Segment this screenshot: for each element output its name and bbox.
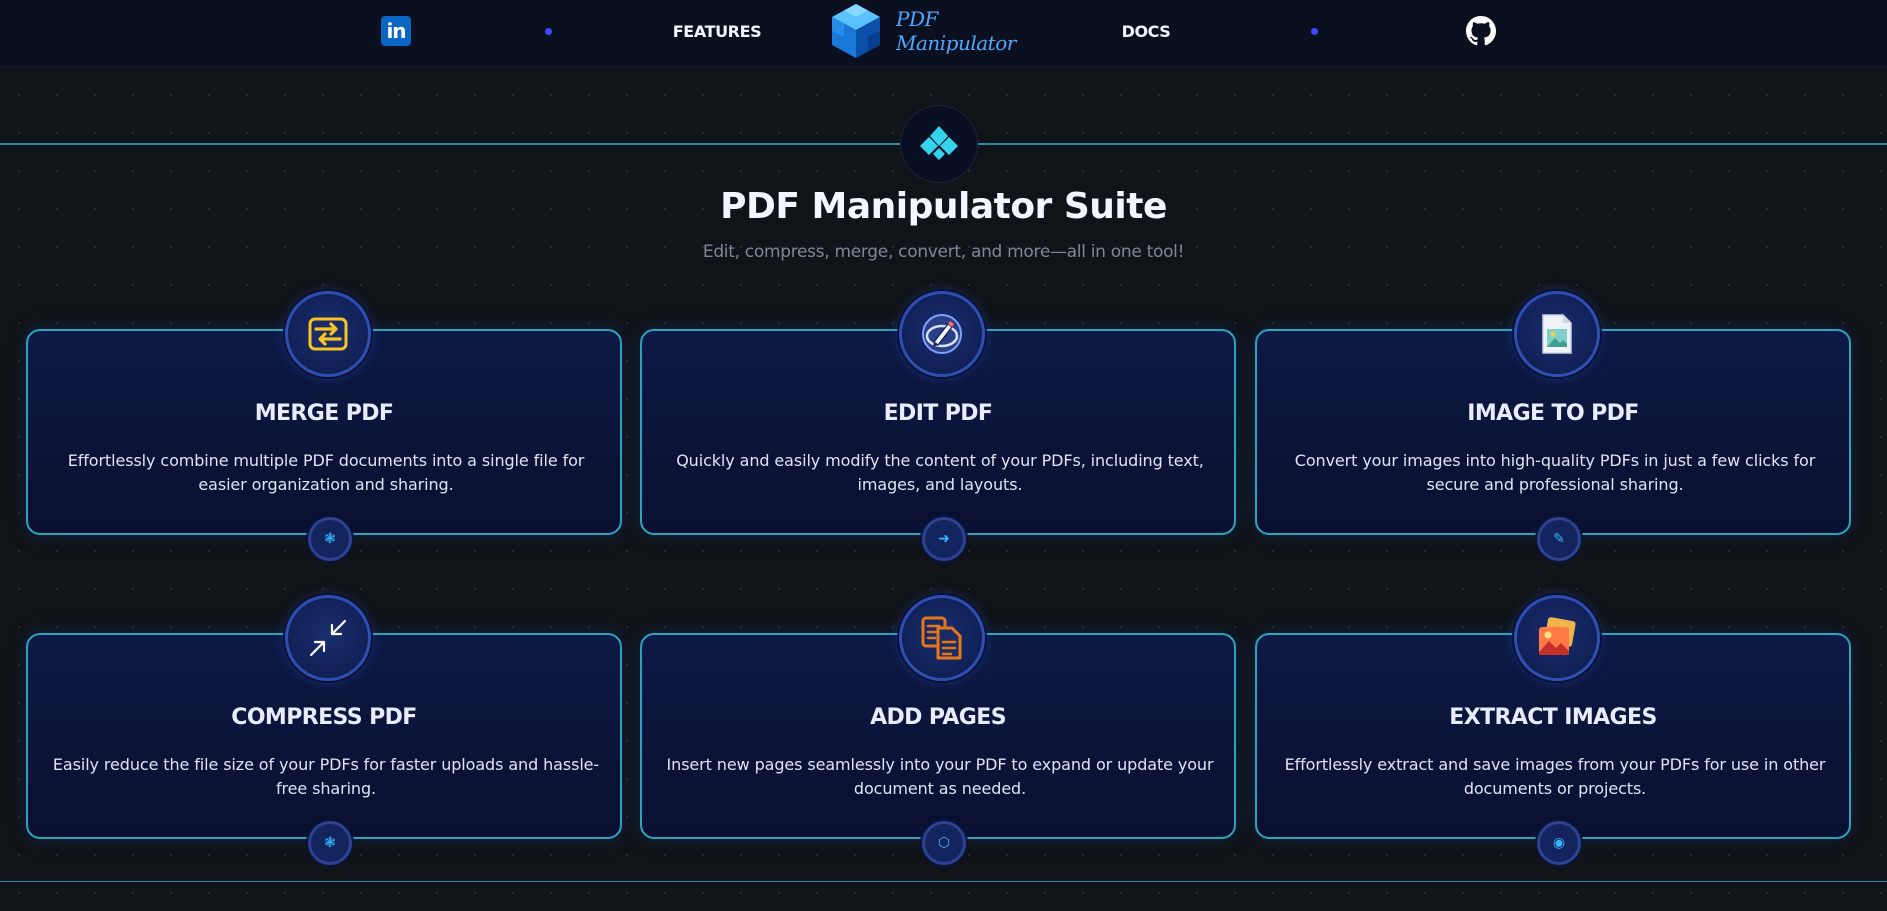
tool-icon: ✎ (1537, 517, 1581, 561)
copy-pages-icon (899, 595, 985, 681)
top-navigation: in FEATURES PDF Manipulator DOCS (0, 0, 1887, 67)
card-description: Quickly and easily modify the content of… (676, 451, 1204, 494)
card-title: ADD PAGES (870, 705, 1006, 730)
card-description: Easily reduce the file size of your PDFs… (52, 755, 600, 798)
compress-arrows-icon (285, 595, 371, 681)
github-icon[interactable] (1466, 16, 1496, 46)
feature-card-edit-pdf[interactable]: EDIT PDF Quickly and easily modify the c… (640, 291, 1236, 561)
card-title: IMAGE TO PDF (1467, 401, 1639, 426)
nav-separator-dot (545, 28, 552, 35)
card-title: COMPRESS PDF (231, 705, 417, 730)
feature-card-add-pages[interactable]: ADD PAGES Insert new pages seamlessly in… (640, 595, 1236, 865)
arrow-icon: ➜ (922, 517, 966, 561)
feature-card-merge-pdf[interactable]: MERGE PDF Effortlessly combine multiple … (26, 291, 622, 561)
card-title: EDIT PDF (883, 401, 993, 426)
image-file-icon (1514, 291, 1600, 377)
diamond-logo-icon (900, 105, 978, 183)
hexagon-icon: ⬡ (922, 821, 966, 865)
cube-logo-icon[interactable] (830, 2, 882, 60)
ring-icon: ◉ (1537, 821, 1581, 865)
gear-icon: ❃ (308, 517, 352, 561)
nav-separator-dot (1311, 28, 1318, 35)
page-subtitle: Edit, compress, merge, convert, and more… (702, 242, 1185, 262)
nav-link-docs[interactable]: DOCS (1122, 0, 1171, 62)
page-title: PDF Manipulator Suite (720, 186, 1167, 227)
card-description: Insert new pages seamlessly into your PD… (666, 755, 1214, 798)
merge-icon (285, 291, 371, 377)
brand-name[interactable]: PDF Manipulator (896, 0, 1048, 62)
card-title: MERGE PDF (254, 401, 394, 426)
edit-pen-icon (899, 291, 985, 377)
feature-card-extract-images[interactable]: EXTRACT IMAGES Effortlessly extract and … (1255, 595, 1851, 865)
photos-icon (1514, 595, 1600, 681)
card-title: EXTRACT IMAGES (1449, 705, 1657, 730)
nav-link-features[interactable]: FEATURES (673, 0, 762, 62)
linkedin-icon[interactable]: in (381, 16, 411, 46)
card-description: Effortlessly combine multiple PDF docume… (67, 451, 585, 494)
feature-card-compress-pdf[interactable]: COMPRESS PDF Easily reduce the file size… (26, 595, 622, 865)
card-description: Convert your images into high-quality PD… (1294, 451, 1816, 494)
footer-divider-line (0, 881, 1887, 882)
card-description: Effortlessly extract and save images fro… (1284, 755, 1826, 798)
gear-icon: ❃ (308, 821, 352, 865)
feature-card-image-to-pdf[interactable]: IMAGE TO PDF Convert your images into hi… (1255, 291, 1851, 561)
